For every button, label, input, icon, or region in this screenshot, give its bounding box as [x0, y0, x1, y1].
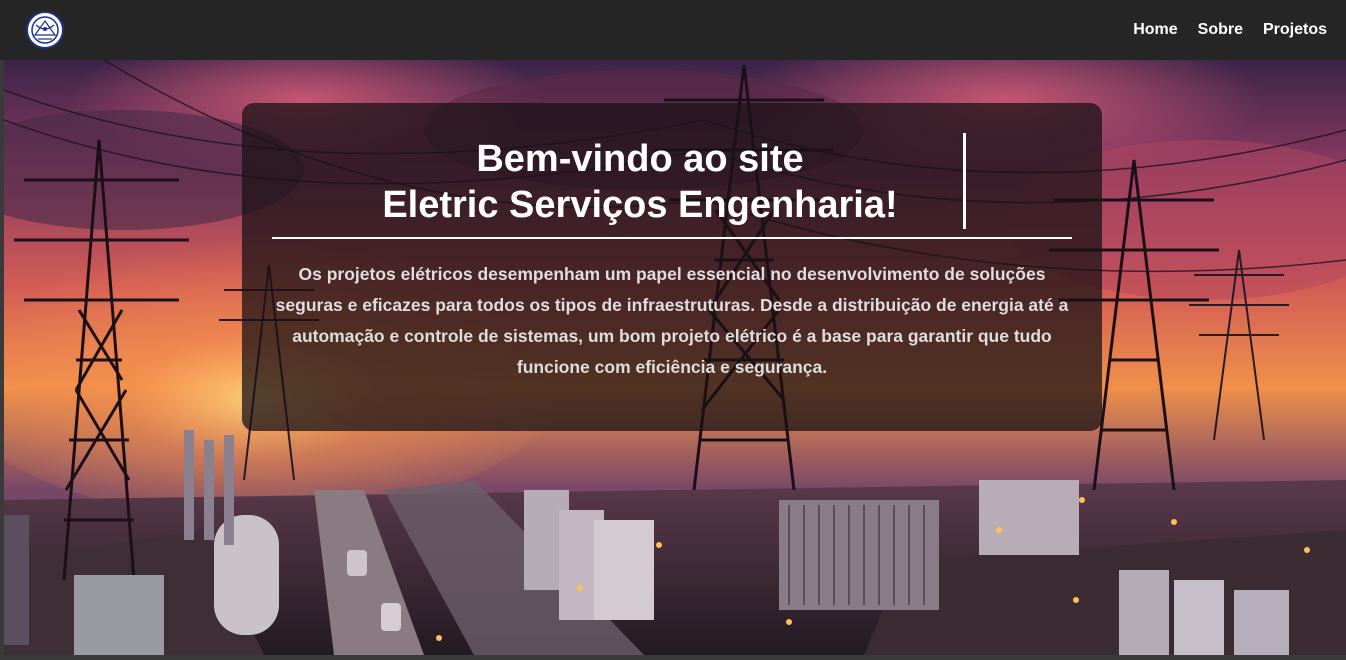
intro-paragraph: Os projetos elétricos desempenham um pap… — [275, 264, 1069, 377]
company-logo-icon[interactable] — [26, 11, 64, 49]
nav-link-home[interactable]: Home — [1133, 21, 1177, 39]
top-navbar: Home Sobre Projetos — [0, 0, 1346, 60]
welcome-title-line2: Eletric Serviços Engenharia! — [382, 184, 898, 226]
nav-links: Home Sobre Projetos — [1133, 21, 1327, 39]
title-divider — [272, 237, 1072, 239]
bottom-edge-strip — [0, 655, 1346, 660]
nav-link-projetos[interactable]: Projetos — [1263, 21, 1327, 39]
welcome-title: Bem-vindo ao site Eletric Serviços Engen… — [242, 136, 1038, 228]
welcome-card: Bem-vindo ao site Eletric Serviços Engen… — [242, 103, 1102, 431]
typing-cursor-bar — [963, 133, 966, 229]
welcome-title-line1: Bem-vindo ao site — [476, 138, 804, 180]
nav-link-sobre[interactable]: Sobre — [1198, 21, 1243, 39]
